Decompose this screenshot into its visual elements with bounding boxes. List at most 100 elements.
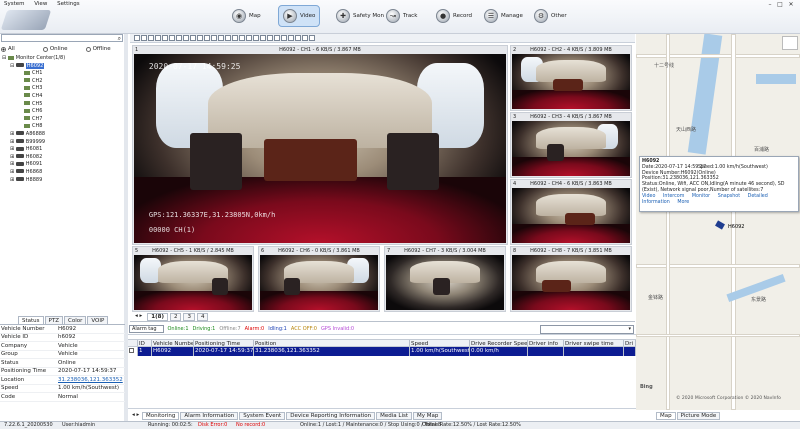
layout-9-icon[interactable] (162, 35, 168, 41)
video-pane-ch8[interactable]: 8 H6092 - CH8 - 7 KB/S / 3.851 MB (510, 246, 632, 312)
filter-all[interactable]: All (1, 45, 15, 53)
video-pane-ch1[interactable]: 1 H6092 - CH1 - 6 KB/S / 3.867 MB 2020-07… (132, 45, 508, 245)
tab-device-reporting[interactable]: Device Reporting Information (286, 411, 376, 420)
tree-channel[interactable]: CH2 (2, 78, 65, 86)
tab-status[interactable]: Status (18, 316, 44, 324)
tree-channel[interactable]: CH6 (2, 108, 65, 116)
sound-icon[interactable] (232, 35, 238, 41)
nav-safety-mon[interactable]: ✚ Safety Mon (332, 5, 388, 27)
fullscreen-icon[interactable] (204, 35, 210, 41)
tree-device[interactable]: ⊞ H6091 (2, 161, 65, 169)
map-zoom-control[interactable] (782, 36, 798, 50)
tree-device[interactable]: ⊞ H8889 (2, 177, 65, 185)
tree-channel[interactable]: CH7 (2, 116, 65, 124)
tab-alarm-information[interactable]: Alarm Information (180, 411, 239, 420)
maximize-icon[interactable]: □ (776, 1, 784, 8)
vehicle-marker-icon[interactable] (715, 220, 725, 230)
page-tab-3[interactable]: 3 (183, 313, 195, 321)
tree-root[interactable]: ⊟ Monitor Center(1/8) (2, 55, 65, 63)
table-row[interactable]: 1 H6092 2020-07-17 14:59:37 31.238036,12… (128, 347, 636, 356)
video-pane-ch2[interactable]: 2 H6092 - CH2 - 4 KB/S / 3.809 MB (510, 45, 632, 111)
minimize-icon[interactable]: – (766, 1, 774, 8)
save-icon[interactable] (295, 35, 301, 41)
popup-more-link[interactable]: More (677, 200, 689, 206)
layout-16-icon[interactable] (183, 35, 189, 41)
video-pane-ch3[interactable]: 3 H6092 - CH3 - 4 KB/S / 3.867 MB (510, 112, 632, 178)
prev-page-icon[interactable]: ◂ ▸ (132, 313, 145, 321)
tab-monitoring[interactable]: Monitoring (142, 411, 180, 420)
tree-device[interactable]: ⊞ A86888 (2, 131, 65, 139)
video-pane-ch6[interactable]: 6 H6092 - CH6 - 0 KB/S / 3.861 MB (258, 246, 380, 312)
layout-25-icon[interactable] (190, 35, 196, 41)
layout-13-icon[interactable] (176, 35, 182, 41)
record-video-icon[interactable] (253, 35, 259, 41)
stream-type-icon[interactable] (281, 35, 287, 41)
tree-device[interactable]: ⊞ H6081 (2, 146, 65, 154)
popup-monitor-link[interactable]: Monitor (692, 194, 710, 200)
radio-online[interactable] (42, 46, 48, 52)
nav-record[interactable]: ● Record (432, 5, 476, 27)
intercom-icon[interactable] (239, 35, 245, 41)
radio-all[interactable] (1, 46, 6, 52)
legend-gps-invalid[interactable]: GPS Invalid:0 (321, 326, 354, 332)
vehicle-filter-select[interactable]: ▾ (540, 325, 634, 334)
tab-my-map[interactable]: My Map (413, 411, 443, 420)
layout-8-icon[interactable] (155, 35, 161, 41)
video-pane-ch5[interactable]: 5 H6092 - CH5 - 1 KB/S / 2.845 MB (132, 246, 254, 312)
nav-track[interactable]: ↝ Track (382, 5, 421, 27)
popup-information-link[interactable]: Information (642, 200, 670, 206)
layout-1-icon[interactable] (134, 35, 140, 41)
tab-media-list[interactable]: Media List (376, 411, 412, 420)
page-tab-4[interactable]: 4 (196, 313, 209, 321)
nav-video[interactable]: ▶ Video (278, 5, 321, 27)
close-icon[interactable]: ✕ (787, 1, 795, 8)
tree-channel[interactable]: CH8 (2, 123, 65, 131)
tab-color[interactable]: Color (63, 316, 87, 324)
nav-map[interactable]: ◉ Map (228, 5, 265, 27)
layout-4-icon[interactable] (141, 35, 147, 41)
page-tab-1[interactable]: 1(8) (147, 313, 168, 321)
menu-settings[interactable]: Settings (53, 0, 84, 8)
tab-voip[interactable]: VOIP (87, 316, 109, 324)
settings-icon[interactable] (288, 35, 294, 41)
popup-snapshot-link[interactable]: Snapshot (718, 194, 740, 200)
tab-system-event[interactable]: System Event (239, 411, 286, 420)
tree-device[interactable]: ⊞ B99999 (2, 139, 65, 147)
alarm-tag-select[interactable]: Alarm tag (129, 325, 164, 333)
filter-offline[interactable]: Offline (85, 45, 111, 53)
nav-other[interactable]: ⚙ Other (530, 5, 571, 27)
radio-offline[interactable] (85, 46, 91, 52)
tree-device[interactable]: ⊞ H6082 (2, 154, 65, 162)
tree-device[interactable]: ⊞ H6868 (2, 169, 65, 177)
legend-acc-off[interactable]: ACC OFF:0 (291, 326, 317, 332)
legend-offline[interactable]: Offline:7 (219, 326, 240, 332)
menu-system[interactable]: System (0, 0, 29, 8)
clear-icon[interactable] (309, 35, 315, 41)
device-search-input[interactable]: ⌕ (1, 34, 123, 42)
row-checkbox[interactable] (129, 348, 134, 353)
play-all-icon[interactable] (225, 35, 231, 41)
tab-ptz[interactable]: PTZ (44, 316, 63, 324)
legend-alarm[interactable]: Alarm:0 (245, 326, 265, 332)
page-tab-2[interactable]: 2 (169, 313, 182, 321)
previous-page-icon[interactable] (267, 35, 273, 41)
tree-device-selected[interactable]: ⊟ H6092 (2, 62, 65, 71)
filter-online[interactable]: Online (42, 45, 68, 53)
legend-idling[interactable]: Idling:1 (268, 326, 287, 332)
video-pane-ch7[interactable]: 7 H6092 - CH7 - 3 KB/S / 3.004 MB (384, 246, 506, 312)
refresh-icon[interactable] (302, 35, 308, 41)
ptz-icon[interactable] (260, 35, 266, 41)
layout-6-icon[interactable] (148, 35, 154, 41)
tab-scroll-icon[interactable]: ◂ ▸ (129, 412, 142, 420)
tab-picture-mode[interactable]: Picture Mode (676, 411, 721, 420)
layout-10-icon[interactable] (169, 35, 175, 41)
layout-36-icon[interactable] (197, 35, 203, 41)
search-icon[interactable]: ⌕ (118, 35, 121, 43)
tree-channel[interactable]: CH1 (2, 70, 65, 78)
popup-detailed-link[interactable]: Detailed (748, 194, 768, 200)
stop-all-icon[interactable] (218, 35, 224, 41)
tab-map[interactable]: Map (656, 411, 676, 420)
tree-channel[interactable]: CH3 (2, 85, 65, 93)
legend-online[interactable]: Online:1 (168, 326, 189, 332)
map-view[interactable]: 十二号线 天山西路 百浦路 金钵路 东景路 H6092 Bing © 2020 … (636, 34, 800, 410)
